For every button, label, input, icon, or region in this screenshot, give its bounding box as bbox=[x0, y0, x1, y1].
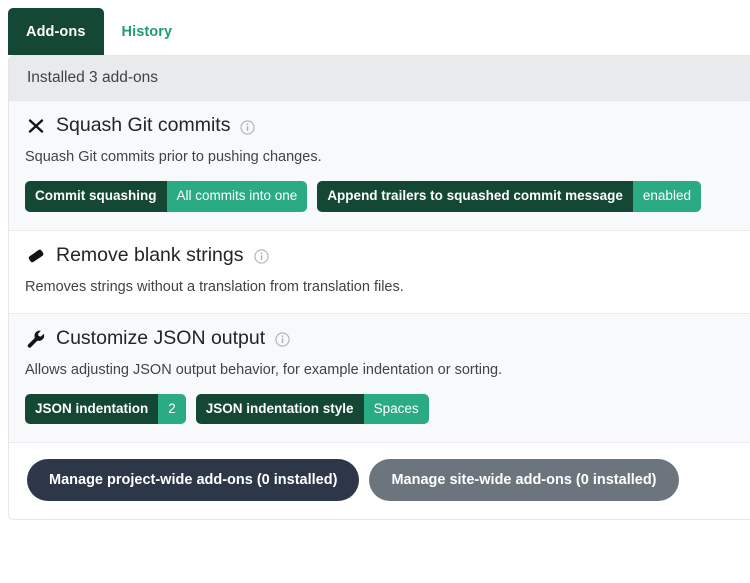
card-footer: Manage project-wide add-ons (0 installed… bbox=[9, 443, 750, 519]
wrench-icon bbox=[25, 328, 47, 350]
eraser-icon bbox=[25, 245, 47, 267]
badge-key: JSON indentation bbox=[25, 393, 159, 424]
addon-description: Allows adjusting JSON output behavior, f… bbox=[25, 361, 503, 378]
card-header: Installed 3 add-ons bbox=[9, 56, 750, 101]
compress-arrows-icon bbox=[25, 115, 47, 137]
manage-project-wide-addons-button[interactable]: Manage project-wide add-ons (0 installed… bbox=[27, 459, 360, 501]
installed-count-label: Installed 3 add-ons bbox=[27, 69, 158, 86]
manage-site-wide-addons-button[interactable]: Manage site-wide add-ons (0 installed) bbox=[369, 459, 679, 501]
info-circle-icon[interactable] bbox=[240, 119, 256, 135]
tab-bar: Add-ons History bbox=[0, 0, 750, 55]
addon-item-remove-blank-strings: Remove blank strings Removes strings wit… bbox=[9, 230, 750, 314]
addon-title-label: Remove blank strings bbox=[56, 243, 244, 266]
tab-history-label: History bbox=[121, 23, 173, 40]
addon-title-label: Squash Git commits bbox=[56, 114, 231, 137]
badge-key: Append trailers to squashed commit messa… bbox=[317, 181, 633, 212]
addon-badges: Commit squashing All commits into one Ap… bbox=[25, 181, 733, 212]
badge-json-indentation[interactable]: JSON indentation 2 bbox=[25, 393, 186, 424]
badge-json-indentation-style[interactable]: JSON indentation style Spaces bbox=[195, 393, 429, 424]
badge-commit-squashing[interactable]: Commit squashing All commits into one bbox=[25, 181, 308, 212]
badge-append-trailers[interactable]: Append trailers to squashed commit messa… bbox=[317, 181, 701, 212]
addon-description: Squash Git commits prior to pushing chan… bbox=[25, 149, 322, 165]
addon-title-row: Customize JSON output bbox=[25, 326, 733, 350]
addon-item-squash-git-commits: Squash Git commits Squash Git commits pr… bbox=[9, 101, 750, 231]
addon-title-row: Remove blank strings bbox=[25, 243, 733, 267]
addon-title-row: Squash Git commits bbox=[25, 114, 733, 137]
badge-value: enabled bbox=[632, 181, 701, 212]
tab-history[interactable]: History bbox=[104, 8, 191, 55]
tab-addons[interactable]: Add-ons bbox=[8, 8, 104, 55]
info-circle-icon[interactable] bbox=[253, 249, 269, 264]
badge-value: All commits into one bbox=[166, 181, 308, 212]
addon-title-label: Customize JSON output bbox=[56, 326, 266, 349]
tab-addons-label: Add-ons bbox=[26, 23, 86, 40]
badge-key: JSON indentation style bbox=[195, 393, 364, 424]
addons-card: Installed 3 add-ons Squash Git commits S… bbox=[8, 55, 750, 520]
badge-key: Commit squashing bbox=[25, 181, 167, 212]
addon-item-customize-json-output: Customize JSON output Allows adjusting J… bbox=[9, 313, 750, 443]
badge-value: 2 bbox=[158, 393, 186, 424]
info-circle-icon[interactable] bbox=[275, 332, 290, 347]
badge-value: Spaces bbox=[363, 393, 429, 424]
addon-badges: JSON indentation 2 JSON indentation styl… bbox=[25, 393, 733, 424]
addon-description: Removes strings without a translation fr… bbox=[25, 278, 404, 295]
